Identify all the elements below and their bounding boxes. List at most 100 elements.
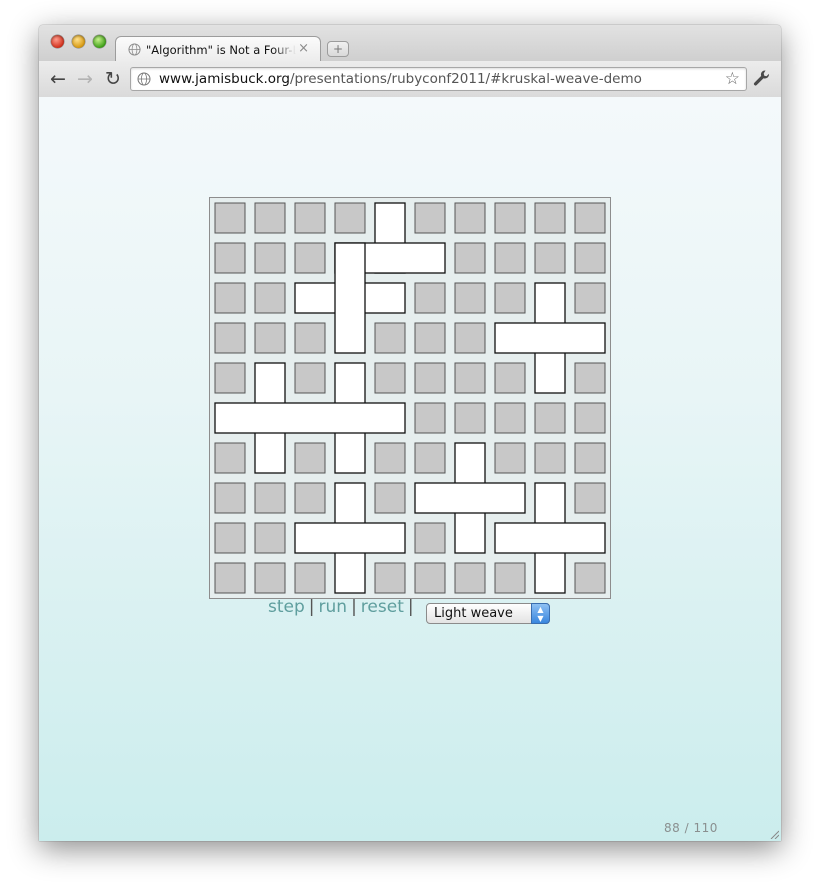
maze-cell (574, 402, 606, 434)
maze-cell (414, 202, 446, 234)
weave-mode-value: Light weave (434, 606, 513, 621)
maze-cell (214, 322, 246, 354)
maze-cell (494, 562, 526, 594)
maze-grid (209, 197, 611, 599)
maze-cell (254, 242, 286, 274)
maze-cell (534, 442, 566, 474)
separator: | (407, 597, 414, 617)
maze-cell (494, 242, 526, 274)
maze-cell (414, 522, 446, 554)
url-host: www.jamisbuck.org (159, 71, 290, 87)
maze-cell (294, 242, 326, 274)
maze-cell (334, 202, 366, 234)
maze-cell (294, 482, 326, 514)
maze-cell (214, 442, 246, 474)
maze-cell (454, 402, 486, 434)
address-bar[interactable]: www.jamisbuck.org/presentations/rubyconf… (130, 67, 747, 91)
maze-cell (374, 322, 406, 354)
zoom-window-button[interactable] (93, 35, 106, 48)
url-path: /presentations/rubyconf2011/#kruskal-wea… (289, 71, 642, 87)
page-content: step | run | reset | Light weave ▲ ▼ 88 / 110 (39, 97, 781, 841)
maze-cell (574, 242, 606, 274)
maze-cell (374, 482, 406, 514)
maze-cell (254, 562, 286, 594)
star-icon[interactable]: ☆ (725, 69, 740, 89)
run-link[interactable]: run (319, 597, 348, 617)
browser-tab[interactable]: "Algorithm" is Not a Four-Letter Word × (115, 36, 321, 62)
maze-canvas (214, 202, 606, 594)
maze-cell (214, 522, 246, 554)
reset-link[interactable]: reset (361, 597, 404, 617)
maze-cell (454, 282, 486, 314)
maze-cell (214, 562, 246, 594)
maze-cell (414, 442, 446, 474)
close-tab-icon[interactable]: × (298, 42, 309, 56)
maze-cell (214, 202, 246, 234)
new-tab-button[interactable]: + (327, 41, 349, 57)
maze-cell (454, 562, 486, 594)
maze-cell (294, 442, 326, 474)
reload-button[interactable]: ↻ (103, 69, 123, 89)
maze-cell (254, 482, 286, 514)
maze-cell (214, 282, 246, 314)
title-bar: "Algorithm" is Not a Four-Letter Word × … (39, 25, 781, 62)
maze-cell (294, 362, 326, 394)
maze-passage (214, 402, 406, 434)
wrench-icon[interactable] (751, 67, 773, 89)
maze-cell (574, 362, 606, 394)
maze-cell (454, 362, 486, 394)
maze-passage (414, 482, 526, 514)
select-arrows-icon: ▲ ▼ (531, 603, 550, 624)
maze-cell (414, 402, 446, 434)
maze-cell (574, 482, 606, 514)
maze-cell (414, 562, 446, 594)
maze-cell (574, 202, 606, 234)
maze-cell (494, 402, 526, 434)
maze-cell (494, 442, 526, 474)
maze-cell (414, 362, 446, 394)
maze-cell (254, 202, 286, 234)
resize-grip-icon[interactable] (769, 829, 779, 839)
maze-cell (214, 482, 246, 514)
maze-cell (294, 562, 326, 594)
maze-cell (494, 202, 526, 234)
maze-cell (254, 322, 286, 354)
maze-cell (534, 242, 566, 274)
globe-icon (128, 43, 141, 56)
maze-cell (254, 522, 286, 554)
maze-cell (534, 402, 566, 434)
maze-cell (374, 362, 406, 394)
weave-mode-select[interactable]: Light weave ▲ ▼ (426, 603, 550, 624)
separator: | (308, 597, 315, 617)
maze-cell (534, 202, 566, 234)
maze-cell (374, 562, 406, 594)
forward-button[interactable]: → (75, 69, 95, 89)
maze-cell (214, 242, 246, 274)
url-text: www.jamisbuck.org/presentations/rubyconf… (159, 71, 642, 87)
tab-title: "Algorithm" is Not a Four-Letter Word (146, 43, 296, 57)
maze-cell (294, 202, 326, 234)
maze-cell (414, 322, 446, 354)
globe-icon (137, 72, 151, 86)
maze-cell (574, 562, 606, 594)
maze-passage (494, 322, 606, 354)
maze-cell (454, 242, 486, 274)
maze-cell (294, 322, 326, 354)
separator: | (351, 597, 357, 617)
slide-page-number: 88 / 110 (664, 821, 718, 835)
maze-cell (374, 442, 406, 474)
minimize-window-button[interactable] (72, 35, 85, 48)
maze-cell (574, 442, 606, 474)
step-link[interactable]: step (268, 597, 305, 617)
maze-cell (214, 362, 246, 394)
back-button[interactable]: ← (48, 69, 68, 89)
maze-cell (414, 282, 446, 314)
maze-cell (254, 282, 286, 314)
maze-passage (294, 522, 406, 554)
maze-cell (454, 322, 486, 354)
maze-cell (454, 202, 486, 234)
maze-passage (494, 522, 606, 554)
close-window-button[interactable] (51, 35, 64, 48)
browser-window: "Algorithm" is Not a Four-Letter Word × … (39, 25, 781, 841)
maze-cell (494, 282, 526, 314)
